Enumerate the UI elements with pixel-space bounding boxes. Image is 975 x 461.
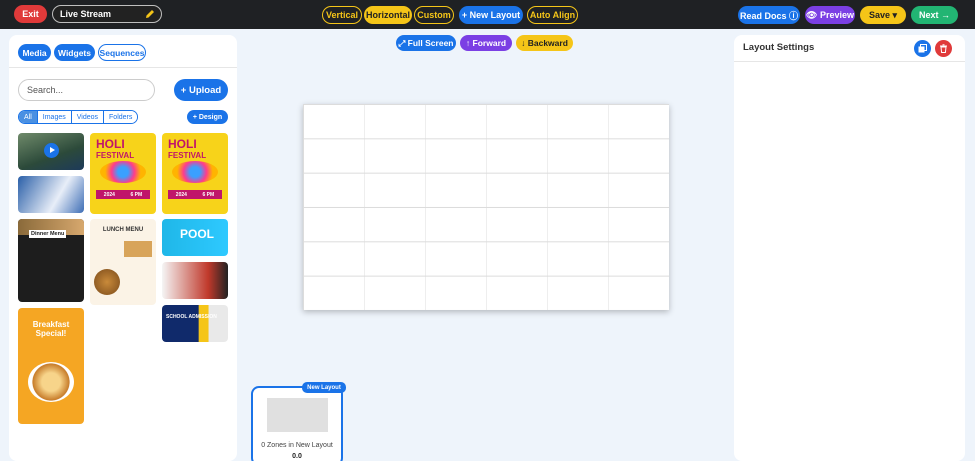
media-thumb-breakfast[interactable]: Breakfast Special!: [18, 308, 84, 424]
media-thumb-birthday[interactable]: [18, 176, 84, 213]
media-thumb-pool[interactable]: POOL: [162, 219, 228, 256]
holi-time: 6 PM: [202, 191, 215, 198]
breakfast-label: Breakfast Special!: [32, 320, 70, 338]
holi-title: HOLI: [96, 137, 125, 151]
layout-zones-text: 0 Zones in New Layout: [261, 442, 333, 449]
orientation-custom-button[interactable]: Custom: [414, 6, 454, 24]
filter-folders[interactable]: Folders: [104, 111, 138, 123]
layout-name-input[interactable]: Live Stream: [52, 5, 162, 23]
media-thumb-lunch-menu[interactable]: LUNCH MENU: [90, 219, 156, 305]
backward-button[interactable]: ↓ Backward: [516, 35, 573, 51]
pool-label: POOL: [180, 227, 215, 241]
layout-duration: 0.0: [292, 453, 302, 460]
layout-settings-panel: Layout Settings: [734, 35, 965, 461]
holi-date: 2024: [103, 191, 115, 198]
copy-layout-button[interactable]: [914, 40, 931, 57]
filter-videos[interactable]: Videos: [71, 111, 105, 123]
pencil-icon[interactable]: [144, 8, 156, 20]
media-panel: Media Widgets Sequences Search... + Uplo…: [9, 35, 237, 461]
lunch-menu-label: LUNCH MENU: [102, 227, 144, 233]
settings-divider: [734, 61, 965, 62]
top-bar: Exit Live Stream Vertical Horizontal Cus…: [0, 0, 975, 29]
media-thumb-school-admission[interactable]: SCHOOL ADMISSION: [162, 305, 228, 342]
full-screen-button[interactable]: ⤢ Full Screen: [396, 35, 456, 51]
layout-preview: [267, 398, 328, 432]
preview-button[interactable]: 👁 Preview: [805, 6, 855, 24]
media-thumb-food-promo[interactable]: [162, 262, 228, 299]
holi-date-bar: 2024 6 PM: [168, 190, 222, 199]
tab-media[interactable]: Media: [18, 44, 51, 61]
orientation-vertical-button[interactable]: Vertical: [322, 6, 362, 24]
new-layout-badge: New Layout: [302, 382, 346, 393]
new-layout-button[interactable]: + New Layout: [459, 6, 523, 24]
forward-button[interactable]: ↑ Forward: [460, 35, 512, 51]
filter-all[interactable]: All: [19, 111, 38, 123]
holi-color-splash: [100, 161, 146, 183]
holi-date-bar: 2024 6 PM: [96, 190, 150, 199]
design-button[interactable]: + Design: [187, 110, 228, 124]
copy-icon: [918, 44, 927, 53]
holi-subtitle: FESTIVAL: [168, 151, 207, 160]
read-docs-button[interactable]: Read Docs ⓘ: [738, 6, 800, 24]
school-admission-label: SCHOOL ADMISSION: [166, 314, 217, 320]
media-thumb-holi-1[interactable]: HOLI FESTIVAL 2024 6 PM: [90, 133, 156, 214]
lunch-food-image: [124, 241, 152, 257]
save-button[interactable]: Save ▾: [860, 6, 906, 24]
panel-divider: [9, 67, 237, 68]
tab-sequences[interactable]: Sequences: [98, 44, 146, 61]
auto-align-button[interactable]: Auto Align: [527, 6, 578, 24]
pancake-image: [28, 362, 74, 402]
holi-color-splash: [172, 161, 218, 183]
holi-title: HOLI: [168, 137, 197, 151]
search-input[interactable]: Search...: [18, 79, 155, 101]
media-thumb-dinner-menu[interactable]: Dinner Menu: [18, 219, 84, 302]
layout-settings-title: Layout Settings: [743, 42, 815, 53]
media-thumb-holi-2[interactable]: HOLI FESTIVAL 2024 6 PM: [162, 133, 228, 214]
filter-images[interactable]: Images: [37, 111, 72, 123]
upload-button[interactable]: + Upload: [174, 79, 228, 101]
dinner-menu-label: Dinner Menu: [29, 230, 67, 238]
trash-icon: [940, 44, 947, 53]
layout-canvas-grid[interactable]: [303, 104, 669, 310]
lunch-dish-image: [94, 269, 120, 295]
play-icon: [44, 143, 59, 158]
next-button[interactable]: Next →: [911, 6, 958, 24]
holi-time: 6 PM: [130, 191, 143, 198]
orientation-horizontal-button[interactable]: Horizontal: [364, 6, 412, 24]
tab-widgets[interactable]: Widgets: [54, 44, 95, 61]
media-filter-group: All Images Videos Folders: [18, 110, 139, 124]
layout-name-text: Live Stream: [60, 9, 112, 19]
delete-layout-button[interactable]: [935, 40, 952, 57]
exit-button[interactable]: Exit: [14, 5, 47, 23]
layout-card[interactable]: 0 Zones in New Layout 0.0: [251, 386, 343, 461]
holi-date: 2024: [175, 191, 187, 198]
holi-subtitle: FESTIVAL: [96, 151, 135, 160]
media-thumb-video-landscape[interactable]: [18, 133, 84, 170]
